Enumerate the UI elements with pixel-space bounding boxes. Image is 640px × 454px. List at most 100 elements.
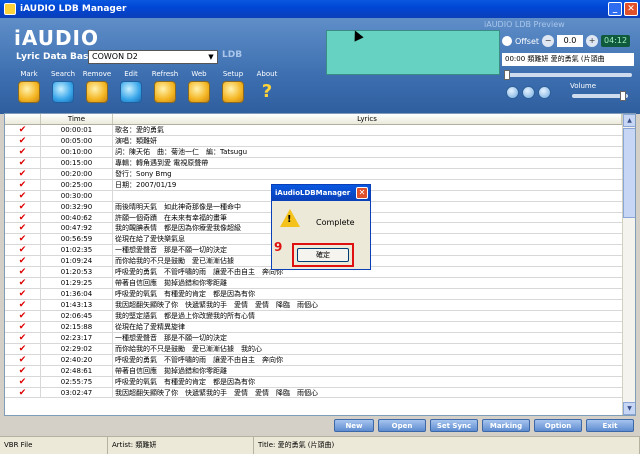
check-icon[interactable]: ✔ — [5, 190, 41, 201]
lyric-cell[interactable]: 雨後晴明天氣 如此神奇那像是一種命中 — [113, 202, 635, 212]
header-time[interactable]: Time — [41, 114, 113, 124]
lyric-cell[interactable]: 呼吸愛的氧氣 有種愛的肯定 都是因為有你 — [113, 289, 635, 299]
lyric-cell[interactable]: 發行：Sony Bmg — [113, 169, 635, 179]
table-row[interactable]: ✔ 01:43:13 我因超翻矢顯映了你 快遞緊我的手 愛情 愛情 降臨 雨個心 — [5, 300, 635, 311]
check-icon[interactable]: ✔ — [5, 343, 41, 354]
play-button[interactable] — [506, 86, 519, 99]
check-icon[interactable]: ✔ — [5, 300, 41, 310]
table-row[interactable]: ✔ 02:23:17 一種想愛聲音 那是不願一切的決定 — [5, 332, 635, 344]
mark-button[interactable]: Mark — [12, 70, 46, 103]
table-row[interactable]: ✔ 00:10:00 詞：陳天佑 曲：菊池一仁 編：Tatsugu — [5, 146, 635, 158]
table-row[interactable]: ✔ 00:05:00 演唱：類難妍 — [5, 135, 635, 147]
lyric-cell[interactable]: 我因超翻矢顯映了你 快遞緊我的手 愛情 愛情 降臨 雨個心 — [113, 300, 635, 310]
set-sync-button[interactable]: Set Sync — [430, 419, 478, 432]
check-icon[interactable]: ✔ — [5, 135, 41, 146]
lyric-cell[interactable]: 我的靦腆表情 都是因為你療愛我像超級 — [113, 223, 635, 233]
dialog-close-button[interactable]: ✕ — [356, 187, 368, 199]
lyric-cell[interactable]: 而你給我的不只是鼓勵 愛已漸漸佔據 — [113, 256, 635, 266]
table-row[interactable]: ✔ 02:55:75 呼吸愛的氧氣 有種愛的肯定 都是因為有你 — [5, 376, 635, 388]
chevron-down-icon[interactable]: ▼ — [206, 52, 216, 62]
table-row[interactable]: ✔ 02:06:45 我的堅定語氣 都是過上你改變我的所有心情 — [5, 310, 635, 322]
table-row[interactable]: ✔ 02:48:61 帶著自信回應 拋掉過錯和你零距離 — [5, 365, 635, 377]
minimize-button[interactable]: _ — [608, 2, 622, 16]
edit-button[interactable]: Edit — [114, 70, 148, 103]
lyric-cell[interactable]: 呼吸愛的勇氣 不管呼嘯的雨 讓愛不由自主 奔向你 — [113, 267, 635, 277]
lyric-cell[interactable]: 許願一個奇蹟 在未來有幸福的畫筆 — [113, 213, 635, 223]
stop-button[interactable] — [538, 86, 551, 99]
option-button[interactable]: Option — [534, 419, 582, 432]
lyric-cell[interactable]: 一種想愛聲音 那是不願一切的決定 — [113, 245, 635, 255]
lyric-cell[interactable]: 帶著自信回應 拋掉過錯和你零距離 — [113, 366, 635, 376]
offset-input[interactable]: 0.0 — [557, 35, 584, 47]
volume-slider[interactable] — [572, 91, 628, 101]
table-row[interactable]: ✔ 00:15:00 專輯：轉角遇到愛 電視原聲帶 — [5, 157, 635, 169]
lyric-cell[interactable] — [113, 191, 635, 201]
check-icon[interactable]: ✔ — [5, 212, 41, 222]
lyric-cell[interactable]: 日期：2007/01/19 — [113, 180, 635, 190]
check-icon[interactable]: ✔ — [5, 278, 41, 288]
check-icon[interactable]: ✔ — [5, 157, 41, 168]
volume-knob[interactable] — [620, 91, 626, 101]
open-button[interactable]: Open — [378, 419, 426, 432]
new-button[interactable]: New — [334, 419, 374, 432]
check-icon[interactable]: ✔ — [5, 354, 41, 365]
check-icon[interactable]: ✔ — [5, 125, 41, 135]
check-icon[interactable]: ✔ — [5, 365, 41, 376]
table-row[interactable]: ✔ 03:02:47 我因超翻矢顯映了你 快遞緊我的手 愛情 愛情 降臨 雨個心 — [5, 387, 635, 399]
close-button[interactable]: ✕ — [624, 2, 638, 16]
scroll-down-button[interactable]: ▼ — [623, 402, 635, 415]
vertical-scrollbar[interactable]: ▲ ▼ — [622, 114, 635, 415]
search-button[interactable]: Search — [46, 70, 80, 103]
table-row[interactable]: ✔ 02:40:20 呼吸愛的勇氣 不管呼嘯的雨 讓愛不由自主 奔向你 — [5, 354, 635, 366]
offset-decrease-button[interactable]: − — [542, 35, 555, 47]
lyric-cell[interactable]: 我的堅定語氣 都是過上你改變我的所有心情 — [113, 311, 635, 321]
check-icon[interactable]: ✔ — [5, 179, 41, 190]
check-icon[interactable]: ✔ — [5, 168, 41, 179]
header-lyrics[interactable]: Lyrics — [113, 114, 622, 124]
check-icon[interactable]: ✔ — [5, 321, 41, 332]
pause-button[interactable] — [522, 86, 535, 99]
lyric-cell[interactable]: 演唱：類難妍 — [113, 136, 635, 146]
device-select[interactable]: COWON D2 ▼ — [88, 50, 218, 64]
lyric-cell[interactable]: 我因超翻矢顯映了你 快遞緊我的手 愛情 愛情 降臨 雨個心 — [113, 388, 635, 398]
setup-button[interactable]: Setup — [216, 70, 250, 103]
marking-button[interactable]: Marking — [482, 419, 530, 432]
table-row[interactable]: ✔ 02:29:02 而你給我的不只是鼓勵 愛已漸漸佔據 我的心 — [5, 343, 635, 355]
lyric-cell[interactable]: 呼吸愛的氧氣 有種愛的肯定 都是因為有你 — [113, 377, 635, 387]
lyric-cell[interactable]: 一種想愛聲音 那是不願一切的決定 — [113, 333, 635, 343]
check-icon[interactable]: ✔ — [5, 234, 41, 244]
check-icon[interactable]: ✔ — [5, 245, 41, 255]
lyric-cell[interactable]: 從現在給了愛快樂氣息 — [113, 234, 635, 244]
lyric-cell[interactable]: 呼吸愛的勇氣 不管呼嘯的雨 讓愛不由自主 奔向你 — [113, 355, 635, 365]
lyric-cell[interactable]: 歌名：愛的勇氣 — [113, 125, 635, 135]
check-icon[interactable]: ✔ — [5, 146, 41, 157]
table-row[interactable]: ✔ 01:29:25 帶著自信回應 拋掉過錯和你零距離 — [5, 278, 635, 290]
table-row[interactable]: ✔ 01:36:04 呼吸愛的氧氣 有種愛的肯定 都是因為有你 — [5, 289, 635, 300]
lyric-cell[interactable]: 帶著自信回應 拋掉過錯和你零距離 — [113, 278, 635, 288]
table-row[interactable]: ✔ 02:15:88 從現在給了愛精異旋律 — [5, 321, 635, 333]
table-row[interactable]: ✔ 00:20:00 發行：Sony Bmg — [5, 168, 635, 180]
seek-knob[interactable] — [504, 70, 510, 80]
seek-slider[interactable] — [504, 70, 632, 80]
check-icon[interactable]: ✔ — [5, 376, 41, 387]
exit-button[interactable]: Exit — [586, 419, 634, 432]
web-button[interactable]: Web — [182, 70, 216, 103]
offset-increase-button[interactable]: + — [586, 35, 599, 47]
about-button[interactable]: About? — [250, 70, 284, 103]
check-icon[interactable]: ✔ — [5, 289, 41, 299]
header-mark[interactable] — [5, 114, 41, 124]
lyric-cell[interactable]: 從現在給了愛精異旋律 — [113, 322, 635, 332]
scroll-thumb[interactable] — [623, 128, 635, 218]
check-icon[interactable]: ✔ — [5, 223, 41, 233]
check-icon[interactable]: ✔ — [5, 256, 41, 266]
check-icon[interactable]: ✔ — [5, 267, 41, 277]
check-icon[interactable]: ✔ — [5, 310, 41, 321]
check-icon[interactable]: ✔ — [5, 332, 41, 343]
check-icon[interactable]: ✔ — [5, 387, 41, 397]
lyric-cell[interactable]: 詞：陳天佑 曲：菊池一仁 編：Tatsugu — [113, 147, 635, 157]
scroll-up-button[interactable]: ▲ — [623, 114, 635, 127]
check-icon[interactable]: ✔ — [5, 201, 41, 212]
dialog-ok-button[interactable]: 確定 — [297, 248, 349, 262]
refresh-button[interactable]: Refresh — [148, 70, 182, 103]
lyric-cell[interactable]: 而你給我的不只是鼓勵 愛已漸漸佔據 我的心 — [113, 344, 635, 354]
